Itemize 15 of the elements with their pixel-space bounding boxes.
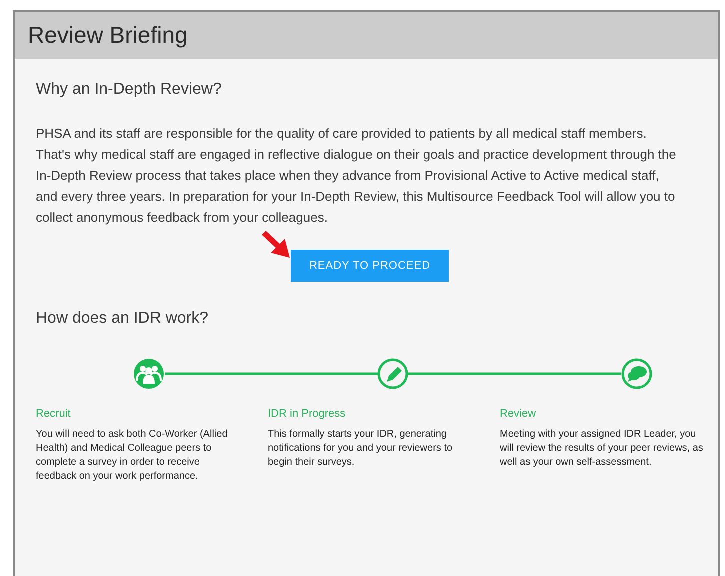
section-heading: How does an IDR work?: [36, 310, 210, 328]
step-description: You will need to ask both Co-Worker (Allied Health) and Medical Colleague peers to complete a survey in order to receive feedback on your work performance.: [36, 428, 229, 484]
chat-icon: [622, 358, 652, 390]
panel-title: Review Briefing: [28, 22, 188, 49]
step-description: This formally starts your IDR, generating notifications for you and your reviewers to begin their surveys.: [268, 428, 454, 470]
intro-paragraph: PHSA and its staff are responsible for the quality of care provided to patients by all medical staff members. That's why medical staff are engaged in reflective dialogue on their goals and practice development through the In-Depth Review process that takes place when they advance from Provisional Active to Active medical staff, and every three years. In preparation for your In-Depth Review, this Multisource Feedback Tool will allow you to collect anonymous feedback from your colleagues.: [36, 125, 678, 227]
pencil-icon: [378, 358, 408, 390]
arrow-icon: [260, 231, 292, 259]
proceed-button[interactable]: READY TO PROCEED: [291, 250, 449, 282]
step-title: IDR in Progress: [268, 408, 347, 420]
section-heading: Why an In-Depth Review?: [36, 81, 223, 99]
step-description: Meeting with your assigned IDR Leader, you will review the results of your peer reviews, as well as your own self-assessment.: [500, 428, 704, 470]
step-title: Recruit: [36, 408, 72, 420]
step-title: Review: [500, 408, 538, 420]
people-icon: [134, 359, 164, 389]
